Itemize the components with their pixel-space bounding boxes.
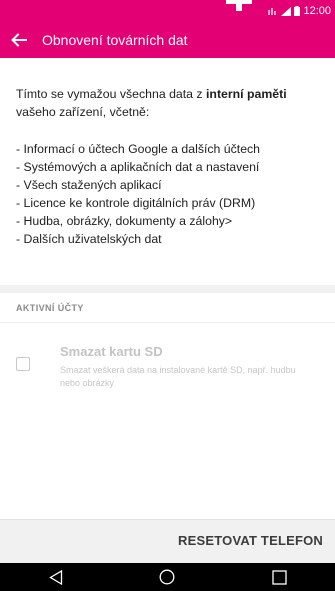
warning-content: Tímto se vymažou všechna data z interní … xyxy=(16,85,321,248)
list-item: - Informací o účtech Google a dalších úč… xyxy=(16,142,261,156)
app-bar: Obnovení továrních dat xyxy=(0,22,335,58)
erase-sd-option[interactable]: Smazat kartu SD Smazat veškerá data na i… xyxy=(16,344,326,404)
list-item: - Všech stažených aplikací xyxy=(16,178,162,192)
list-item: - Licence ke kontrole digitálních práv (… xyxy=(16,196,256,210)
recents-square-icon xyxy=(271,569,287,585)
section-divider xyxy=(0,285,335,293)
list-item: - Systémových a aplikačních dat a nastav… xyxy=(16,160,260,174)
intro-bold: interní paměti xyxy=(206,87,287,101)
divider xyxy=(0,322,335,323)
intro-prefix: Tímto se vymažou všechna data z xyxy=(16,87,207,101)
list-item: - Dalších uživatelských dat xyxy=(16,232,162,246)
accounts-section-header: AKTIVNÍ ÚČTY xyxy=(16,303,84,313)
home-circle-icon xyxy=(160,569,175,585)
intro-text: Tímto se vymažou všechna data z interní … xyxy=(16,85,321,121)
reset-phone-button[interactable]: RESETOVAT TELEFON xyxy=(178,533,323,548)
system-nav-bar xyxy=(0,563,335,591)
status-time: 12:00 xyxy=(303,5,331,17)
back-triangle-icon xyxy=(49,569,62,585)
erase-sd-text: Smazat kartu SD Smazat veškerá data na i… xyxy=(60,344,310,390)
status-icons xyxy=(268,6,301,16)
page-title: Obnovení továrních dat xyxy=(42,32,188,48)
nav-home-button[interactable] xyxy=(147,563,187,591)
nav-back-button[interactable] xyxy=(36,563,76,591)
intro-suffix: vašeho zařízení, včetně: xyxy=(16,105,150,119)
back-arrow-icon xyxy=(11,33,27,47)
network-icon xyxy=(268,7,277,15)
erase-sd-checkbox[interactable] xyxy=(16,357,30,371)
nav-recents-button[interactable] xyxy=(259,563,299,591)
telekom-logo-icon xyxy=(226,0,252,11)
data-list: - Informací o účtech Google a dalších úč… xyxy=(16,140,321,248)
battery-icon xyxy=(294,6,301,16)
erase-sd-description: Smazat veškerá data na instalované kartě… xyxy=(60,365,296,388)
signal-icon xyxy=(281,6,292,16)
bottom-action-bar: RESETOVAT TELEFON xyxy=(0,519,335,563)
list-item: - Hudba, obrázky, dokumenty a zálohy> xyxy=(16,214,233,228)
status-bar: 12:00 xyxy=(0,0,335,22)
back-button[interactable] xyxy=(2,22,36,58)
erase-sd-title: Smazat kartu SD xyxy=(60,344,163,359)
